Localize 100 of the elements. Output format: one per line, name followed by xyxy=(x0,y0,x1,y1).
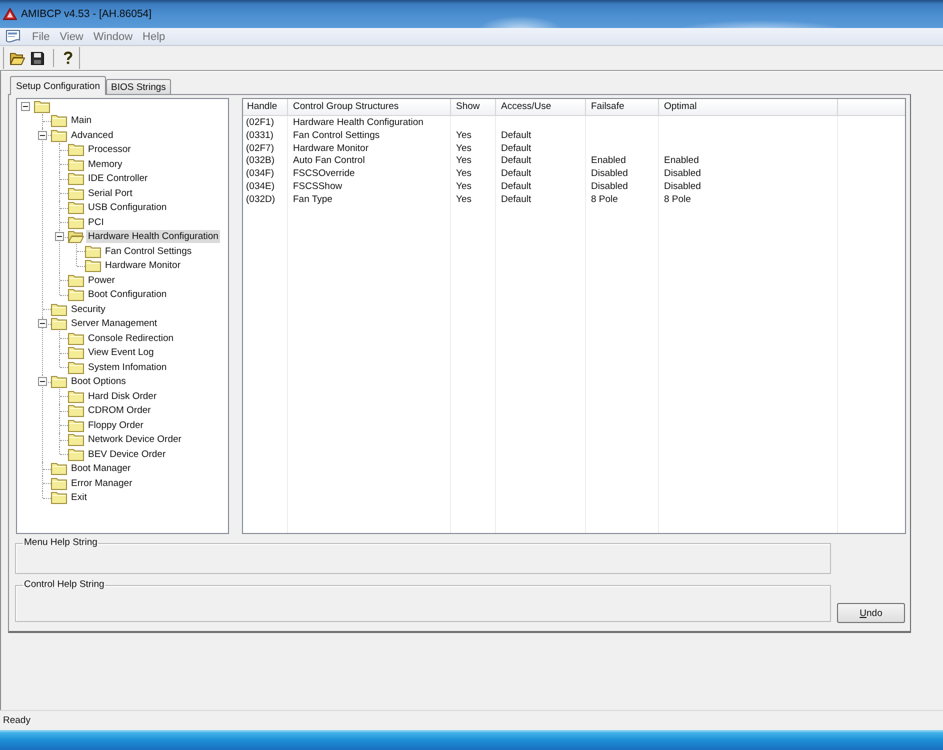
tree-item[interactable]: Serial Port xyxy=(86,186,134,200)
menu-item[interactable]: Help xyxy=(138,30,170,42)
tree-item[interactable]: IDE Controller xyxy=(86,172,150,186)
table-cell-text: Disabled xyxy=(663,180,702,194)
tree-item[interactable]: Boot Options xyxy=(69,375,128,388)
document-icon[interactable] xyxy=(5,30,21,44)
tree-item[interactable]: BEV Device Order xyxy=(86,448,168,461)
table-cell-text: Default xyxy=(500,155,532,168)
column-header[interactable]: Show xyxy=(451,99,496,115)
tree-item[interactable]: PCI xyxy=(86,216,106,229)
folder-icon xyxy=(51,302,67,316)
tree-item[interactable]: Floppy Order xyxy=(86,418,146,432)
menu-item[interactable]: Window xyxy=(88,30,138,42)
table-cell-text: Hardware Monitor xyxy=(292,142,370,156)
table-cell-text: Disabled xyxy=(663,168,702,181)
folder-icon xyxy=(51,128,67,142)
folder-icon xyxy=(68,143,84,156)
tree-item[interactable]: USB Configuration xyxy=(86,201,169,214)
tree-item[interactable]: System Infomation xyxy=(86,360,169,374)
undo-button[interactable]: Undo xyxy=(837,603,905,623)
table-cell-text: Default xyxy=(500,180,532,194)
table-cell-text: Auto Fan Control xyxy=(292,155,366,168)
help-icon[interactable] xyxy=(63,51,73,65)
table-cell-text: (0331) xyxy=(245,130,274,142)
folder-icon xyxy=(51,476,67,490)
column-header[interactable]: Handle xyxy=(243,99,288,115)
tree-item[interactable]: Power xyxy=(86,274,117,287)
tab[interactable]: BIOS Strings xyxy=(106,79,171,94)
table-cell-text: Fan Control Settings xyxy=(292,130,381,142)
folder-icon xyxy=(68,216,84,229)
collapse-icon[interactable] xyxy=(38,377,47,386)
table-cell-text: Enabled xyxy=(663,155,700,168)
tree-item[interactable]: Security xyxy=(69,302,108,316)
table-cell-text: 8 Pole xyxy=(590,194,619,206)
collapse-icon[interactable] xyxy=(55,232,64,242)
column-header[interactable]: Failsafe xyxy=(586,99,659,115)
tab[interactable]: Setup Configuration xyxy=(10,76,106,95)
folder-icon xyxy=(51,491,67,504)
table-cell-text: (02F7) xyxy=(245,142,275,156)
collapse-icon[interactable] xyxy=(38,319,47,328)
table-cell-text: Default xyxy=(500,194,532,206)
tree-item[interactable]: Error Manager xyxy=(69,476,134,490)
folder-icon xyxy=(68,404,84,418)
table-cell-text: Yes xyxy=(455,130,472,142)
tree-item[interactable]: Boot Manager xyxy=(69,462,133,476)
collapse-icon[interactable] xyxy=(38,130,47,140)
folder-icon xyxy=(68,201,84,214)
tree-item[interactable]: Boot Configuration xyxy=(86,288,169,302)
folder-icon xyxy=(68,418,84,432)
folder-icon xyxy=(34,100,50,113)
tree-item[interactable]: Console Redirection xyxy=(86,332,176,345)
tree-item[interactable]: Fan Control Settings xyxy=(103,244,194,258)
folder-icon xyxy=(51,114,67,128)
folder-icon xyxy=(85,259,101,272)
folder-icon xyxy=(68,332,84,345)
table-cell-text: FSCSOverride xyxy=(292,168,356,181)
tree-item[interactable]: Hardware Monitor xyxy=(103,259,182,272)
folder-icon xyxy=(85,244,101,258)
folder-icon xyxy=(68,390,84,403)
tree-item[interactable]: Hardware Health Configuration xyxy=(86,230,220,244)
collapse-icon[interactable] xyxy=(21,102,30,111)
table-cell-text: Disabled xyxy=(590,180,629,194)
column-header[interactable]: Access/Use xyxy=(496,99,586,115)
tree-item[interactable]: View Event Log xyxy=(86,346,156,360)
column-header[interactable]: Optimal xyxy=(659,99,838,115)
triangle-logo-icon xyxy=(3,8,17,20)
tree-item[interactable]: Main xyxy=(69,114,94,128)
folder-icon xyxy=(51,462,67,476)
table-cell-text: Fan Type xyxy=(292,194,334,206)
table-cell-text: Yes xyxy=(455,155,472,168)
table-cell-text: (034E) xyxy=(245,180,276,194)
folder-icon xyxy=(68,274,84,287)
folder-icon xyxy=(51,375,67,388)
table-cell-text: Disabled xyxy=(590,168,629,181)
menu-item[interactable]: View xyxy=(54,30,88,42)
open-folder-icon[interactable] xyxy=(10,52,25,64)
tree-item[interactable]: Network Device Order xyxy=(86,433,184,446)
folder-icon xyxy=(68,346,84,360)
tree-item[interactable]: Processor xyxy=(86,143,133,156)
folder-icon xyxy=(68,448,84,461)
table-cell-text: Yes xyxy=(455,180,472,194)
tree-item[interactable]: Advanced xyxy=(69,128,116,142)
table-cell-text: (02F1) xyxy=(245,117,275,130)
menu-item[interactable]: File xyxy=(27,30,55,42)
tree-item[interactable]: Exit xyxy=(69,491,89,504)
group-label: Control Help String xyxy=(23,579,106,591)
folder-icon xyxy=(68,158,84,171)
table-cell-text: Hardware Health Configuration xyxy=(292,117,424,130)
folder-icon xyxy=(68,172,84,186)
column-header[interactable]: Control Group Structures xyxy=(288,99,451,115)
group-label: Menu Help String xyxy=(23,537,98,549)
table-cell-text: Default xyxy=(500,168,532,181)
folder-icon xyxy=(68,288,84,302)
tree-item[interactable]: CDROM Order xyxy=(86,404,153,418)
table-cell-text: (034F) xyxy=(245,168,275,181)
tree-item[interactable]: Hard Disk Order xyxy=(86,390,159,403)
tree-item[interactable]: Memory xyxy=(86,158,124,171)
table-cell-text: (032D) xyxy=(245,194,276,206)
table-cell-text: Enabled xyxy=(590,155,627,168)
tree-item[interactable]: Server Management xyxy=(69,317,160,330)
